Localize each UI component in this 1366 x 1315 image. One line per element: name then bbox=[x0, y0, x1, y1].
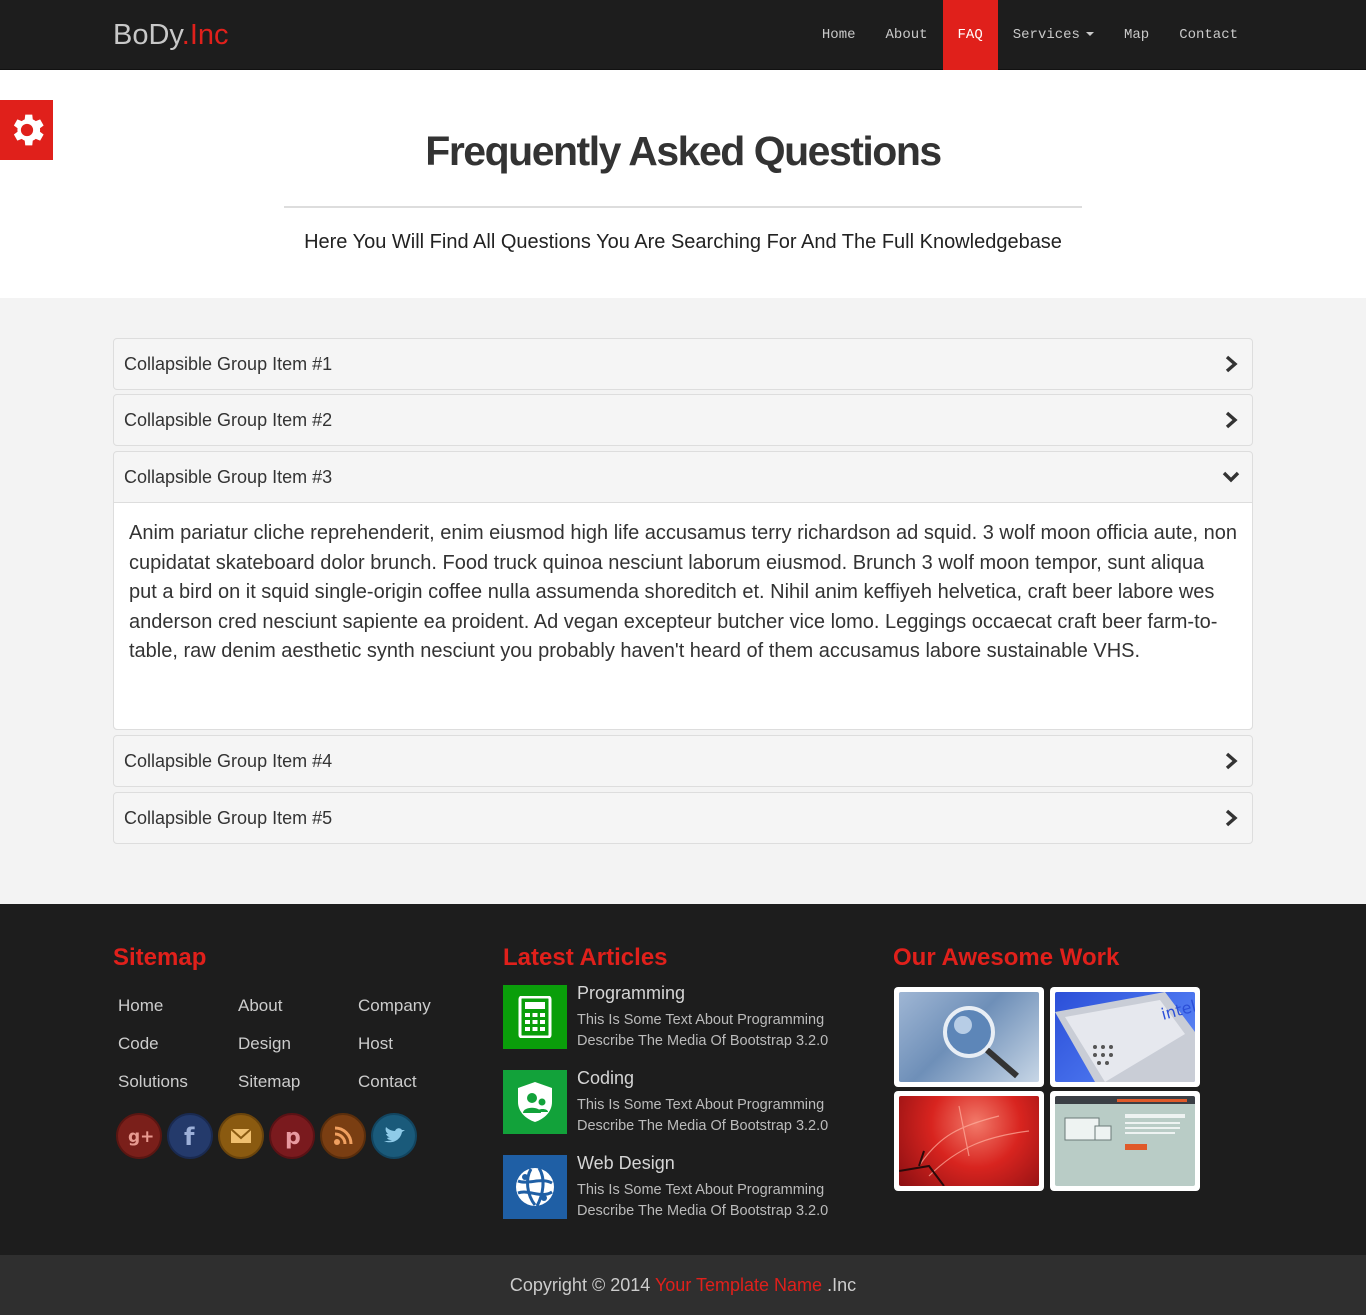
sitemap-link[interactable]: Solutions bbox=[118, 1072, 238, 1110]
nav-services-label: Services bbox=[1012, 27, 1080, 43]
globe-icon bbox=[503, 1155, 567, 1219]
portfolio-thumb[interactable] bbox=[894, 987, 1044, 1087]
faq-item-4: Collapsible Group Item #4 bbox=[113, 735, 1253, 787]
page-subtitle: Here You Will Find All Questions You Are… bbox=[304, 231, 1062, 253]
sitemap-link[interactable]: Design bbox=[238, 1034, 358, 1072]
facebook-icon[interactable]: f bbox=[167, 1113, 213, 1159]
svg-text:f: f bbox=[184, 1123, 195, 1150]
nav-contact[interactable]: Contact bbox=[1164, 0, 1253, 70]
svg-text:p: p bbox=[285, 1125, 301, 1150]
faq-item-title: Collapsible Group Item #3 bbox=[124, 467, 333, 487]
chevron-down-icon bbox=[1222, 471, 1240, 483]
article-title: Coding bbox=[577, 1068, 635, 1088]
social-links: g+ f p bbox=[116, 1113, 417, 1159]
brand-suffix: .Inc bbox=[181, 19, 229, 51]
faq-item-title: Collapsible Group Item #1 bbox=[124, 354, 333, 374]
sitemap-link[interactable]: Sitemap bbox=[238, 1072, 358, 1110]
website-mockup-image bbox=[1055, 1096, 1195, 1186]
faq-item-1-toggle[interactable]: Collapsible Group Item #1 bbox=[114, 339, 1252, 389]
article-item[interactable]: Web Design This Is Some Text About Progr… bbox=[503, 1153, 863, 1225]
footer: Sitemap Home About Company Code Design H… bbox=[0, 904, 1366, 1255]
sitemap-link[interactable]: Home bbox=[118, 996, 238, 1034]
chevron-right-icon bbox=[1225, 411, 1238, 429]
articles-heading: Latest Articles bbox=[503, 944, 668, 971]
article-title: Programming bbox=[577, 983, 686, 1003]
faq-item-title: Collapsible Group Item #5 bbox=[124, 808, 333, 828]
faq-item-4-toggle[interactable]: Collapsible Group Item #4 bbox=[114, 736, 1252, 786]
calculator-icon bbox=[503, 985, 567, 1049]
faq-item-2: Collapsible Group Item #2 bbox=[113, 394, 1253, 446]
google-plus-icon[interactable]: g+ bbox=[116, 1113, 162, 1159]
nav-home[interactable]: Home bbox=[807, 0, 871, 70]
brand-name: BoDy bbox=[113, 19, 182, 51]
work-heading: Our Awesome Work bbox=[893, 944, 1120, 971]
faq-item-title: Collapsible Group Item #4 bbox=[124, 751, 333, 771]
faq-item-5: Collapsible Group Item #5 bbox=[113, 792, 1253, 844]
article-title: Web Design bbox=[577, 1153, 675, 1173]
article-item[interactable]: Coding This Is Some Text About Programmi… bbox=[503, 1068, 863, 1140]
portfolio-thumb[interactable]: intel bbox=[1050, 987, 1200, 1087]
article-item[interactable]: Programming This Is Some Text About Prog… bbox=[503, 983, 863, 1055]
sitemap-link[interactable]: Host bbox=[358, 1034, 478, 1072]
portfolio-thumb[interactable] bbox=[1050, 1091, 1200, 1191]
chevron-right-icon bbox=[1225, 355, 1238, 373]
faq-item-2-toggle[interactable]: Collapsible Group Item #2 bbox=[114, 395, 1252, 445]
copyright-bar: Copyright © 2014 Your Template Name .Inc bbox=[0, 1255, 1366, 1315]
main-nav: Home About FAQ Services Map Contact bbox=[807, 0, 1253, 70]
red-abstract-image bbox=[899, 1096, 1039, 1186]
intel-device-image: intel bbox=[1055, 992, 1195, 1082]
article-text: This Is Some Text About Programming Desc… bbox=[577, 1182, 829, 1219]
nav-map[interactable]: Map bbox=[1109, 0, 1164, 70]
chevron-right-icon bbox=[1225, 752, 1238, 770]
nav-faq[interactable]: FAQ bbox=[942, 0, 998, 70]
chevron-right-icon bbox=[1225, 809, 1238, 827]
sitemap-links: Home About Company Code Design Host Solu… bbox=[118, 996, 478, 1110]
article-text: This Is Some Text About Programming Desc… bbox=[577, 1097, 829, 1134]
template-name-link[interactable]: Your Template Name bbox=[655, 1275, 822, 1295]
faq-item-title: Collapsible Group Item #2 bbox=[124, 410, 333, 430]
faq-item-3: Collapsible Group Item #3 Anim pariatur … bbox=[113, 451, 1253, 730]
faq-section: Collapsible Group Item #1 Collapsible Gr… bbox=[0, 298, 1366, 904]
faq-item-3-toggle[interactable]: Collapsible Group Item #3 bbox=[114, 452, 1252, 502]
caret-down-icon bbox=[1085, 32, 1094, 37]
pinterest-icon[interactable]: p bbox=[269, 1113, 315, 1159]
faq-item-1: Collapsible Group Item #1 bbox=[113, 338, 1253, 390]
twitter-icon[interactable] bbox=[371, 1113, 417, 1159]
portfolio-thumb[interactable] bbox=[894, 1091, 1044, 1191]
sitemap-link[interactable]: Code bbox=[118, 1034, 238, 1072]
sitemap-link[interactable]: About bbox=[238, 996, 358, 1034]
svg-text:g+: g+ bbox=[128, 1127, 153, 1147]
shield-user-icon bbox=[503, 1070, 567, 1134]
faq-item-3-body: Anim pariatur cliche reprehenderit, enim… bbox=[114, 502, 1252, 729]
nav-services[interactable]: Services bbox=[998, 0, 1109, 70]
rss-icon[interactable] bbox=[320, 1113, 366, 1159]
brand-logo[interactable]: BoDy.Inc bbox=[113, 18, 229, 52]
navbar: BoDy.Inc Home About FAQ Services Map Con… bbox=[0, 0, 1366, 70]
title-divider bbox=[284, 206, 1082, 208]
copyright-suffix: .Inc bbox=[827, 1275, 857, 1295]
sitemap-heading: Sitemap bbox=[113, 944, 207, 971]
sitemap-link[interactable]: Contact bbox=[358, 1072, 478, 1110]
faq-item-5-toggle[interactable]: Collapsible Group Item #5 bbox=[114, 793, 1252, 843]
email-icon[interactable] bbox=[218, 1113, 264, 1159]
copyright-prefix: Copyright © 2014 bbox=[509, 1275, 651, 1295]
magnifier-image bbox=[899, 992, 1039, 1082]
sitemap-link[interactable]: Company bbox=[358, 996, 478, 1034]
nav-about[interactable]: About bbox=[871, 0, 943, 70]
page-title: Frequently Asked Questions bbox=[425, 128, 942, 174]
article-text: This Is Some Text About Programming Desc… bbox=[577, 1012, 829, 1049]
